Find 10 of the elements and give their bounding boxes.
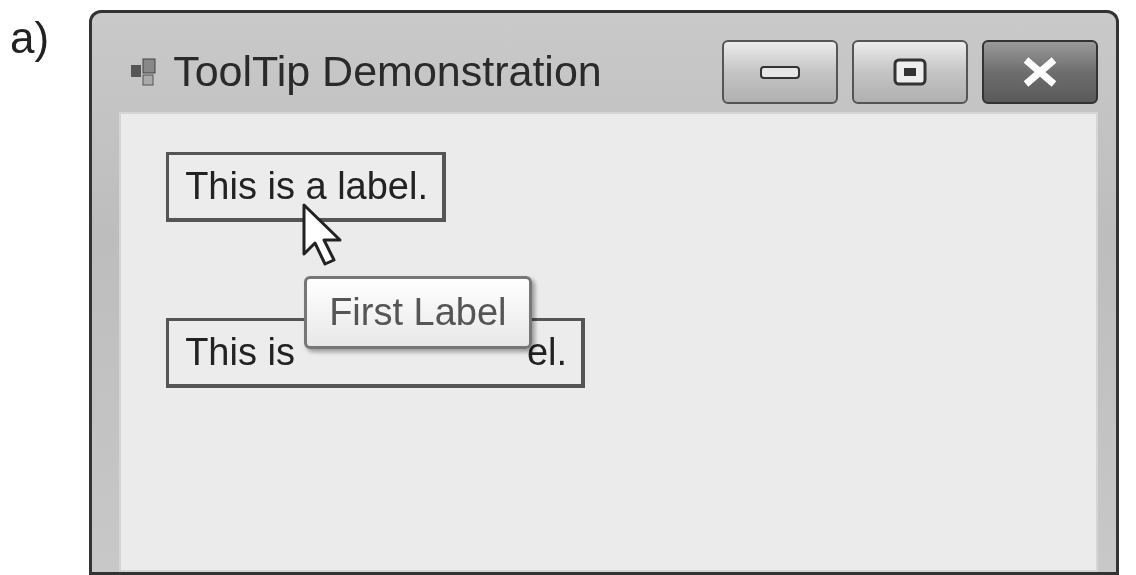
- minimize-icon: [760, 63, 801, 80]
- close-button[interactable]: [982, 39, 1099, 104]
- window-title: ToolTip Demonstration: [173, 47, 603, 96]
- figure-caption: a): [10, 16, 50, 60]
- minimize-button[interactable]: [722, 39, 839, 104]
- label-text: This is: [185, 331, 295, 374]
- maximize-button[interactable]: [852, 39, 969, 104]
- label-text: This is a label.: [166, 152, 446, 222]
- close-icon: [1022, 56, 1059, 87]
- maximize-icon: [893, 57, 928, 86]
